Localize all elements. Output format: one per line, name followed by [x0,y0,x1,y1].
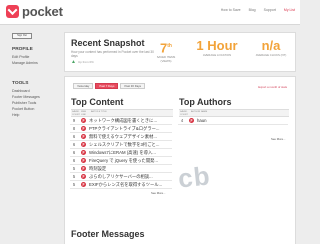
sidebar-item-manage-admins[interactable]: Manage Admins [12,61,38,65]
content-row[interactable]: 9 p ネットワーク構成図を書くときに... [70,117,172,125]
brand-name: pocket [22,4,63,19]
pocket-logo[interactable]: pocket [6,4,63,19]
nav-support[interactable]: Support [264,8,276,12]
sidebar-item-pocket-button[interactable]: Pocket Button [12,107,34,111]
stat-average-location-value: 1 Hour [196,38,238,53]
content-row-count: 6 [72,158,76,163]
col-author-name: AUTHOR NAME [191,111,208,113]
pocket-save-icon[interactable]: p [81,182,86,187]
col-author-saved-count: SAVED COUNT [180,111,188,116]
stat-saved-items-label: SAVED ITEMS (VIEWS) [156,55,176,63]
content-row-title[interactable]: EXIFからレンズ名を取得するツール... [89,182,171,188]
col-saved-count: SAVED COUNT [72,111,80,116]
content-row[interactable]: 5 p EXIFからレンズ名を取得するツール... [70,181,172,189]
top-authors-title: Top Authors [179,97,232,107]
content-row[interactable]: 6 p FireQuery で jQuery を使った開発... [70,157,172,165]
footer-messages-title: Footer Messages [71,229,145,239]
content-row-count: 9 [72,118,76,123]
snapshot-trend: ▲ Up from 0% [71,59,94,65]
pocket-icon [6,5,19,18]
pocket-save-icon[interactable]: p [81,166,86,171]
sidebar-item-dashboard[interactable]: Dashboard [12,89,30,93]
author-row[interactable]: 4 p haun [178,117,288,125]
content-row[interactable]: 6 p シェルスクリプトで数字を3桁ごと... [70,141,172,149]
top-content-header: SAVED COUNT WEB LINK ARTICLE TITLE [71,109,173,117]
stat-average-clicks-label: AVERAGE CLICKS (NT) [255,53,287,57]
stat-average-clicks: n/a AVERAGE CLICKS (NT) [251,39,291,57]
trend-label: Up from 0% [77,60,94,64]
nav-how-to-save[interactable]: How to Save [221,8,241,12]
snapshot-description: How your content has performed in Pocket… [71,50,154,58]
content-row-count: 5 [72,174,76,179]
content-row-title[interactable]: ぶらのしアリクサーバーの相談... [89,174,171,180]
pocket-save-icon[interactable]: p [81,174,86,179]
nav-blog[interactable]: Blog [249,8,256,12]
nav-my-list[interactable]: My List [284,8,295,12]
content-row-count: 5 [72,182,76,187]
sidebar-item-footer-messages[interactable]: Footer Messages [12,95,40,99]
top-header: pocket How to Save Blog Support My List [0,0,300,25]
date-range-tabs: Yesterday Past 7 Days Past 30 Days [73,83,146,89]
top-content-see-more[interactable]: See More... [151,191,165,195]
content-row-count: 6 [72,150,76,155]
content-row-title[interactable]: Windows7にERAM (高速) を導入... [89,150,171,156]
tab-past-7-days[interactable]: Past 7 Days [95,83,119,89]
content-row-count: 8 [72,126,76,131]
stat-average-location-label: AVERAGE LOCATION [202,53,232,57]
pocket-save-icon[interactable]: p [81,158,86,163]
content-row[interactable]: 5 p 時刻設定 [70,165,172,173]
top-authors-see-more[interactable]: See More... [271,137,285,141]
sidebar-item-edit-profile[interactable]: Edit Profile [12,55,29,59]
export-stats-link[interactable]: Export a month of stats [258,85,287,89]
col-article-title: ARTICLE TITLE [91,111,107,113]
top-authors-header: SAVED COUNT AUTHOR NAME [179,109,289,117]
content-row-title[interactable]: 時刻設定 [89,166,171,172]
stat-saved-items-suffix: th [167,43,172,49]
content-row[interactable]: 5 p ぶらのしアリクサーバーの相談... [70,173,172,181]
tab-yesterday[interactable]: Yesterday [73,83,94,89]
content-row-title[interactable]: FireQuery で jQuery を使った開発... [89,158,171,164]
pocket-save-icon[interactable]: p [81,118,86,123]
content-row-title[interactable]: シェルスクリプトで数字を3桁ごと... [89,142,171,148]
top-nav: How to Save Blog Support My List [221,8,295,12]
sign-out-button[interactable]: Sign Out [12,33,32,39]
sidebar-item-publisher-tools[interactable]: Publisher Tools [12,101,36,105]
content-row[interactable]: 8 p PTPクライアントライブ&ログラー... [70,125,172,133]
sidebar-heading-profile: PROFILE [12,47,33,52]
snapshot-panel: Recent Snapshot How your content has per… [64,32,296,72]
content-row-title[interactable]: PTPクライアントライブ&ログラー... [89,126,171,132]
stat-saved-items: 7th SAVED ITEMS (VIEWS) [151,39,181,63]
pocket-save-icon[interactable]: p [81,150,86,155]
snapshot-title: Recent Snapshot [71,38,145,48]
stat-average-location: 1 Hour AVERAGE LOCATION [189,39,245,57]
content-row[interactable]: 6 p 無料で使えるウェブデザイン素材... [70,133,172,141]
stat-average-clicks-value: n/a [261,38,281,53]
author-row-count: 4 [180,118,184,123]
author-row-name[interactable]: haun [197,118,279,123]
content-row-title[interactable]: ネットワーク構成図を書くときに... [89,118,171,124]
content-row-count: 5 [72,166,76,171]
content-row-count: 6 [72,142,76,147]
pocket-save-icon[interactable]: p [189,118,194,123]
content-row[interactable]: 6 p Windows7にERAM (高速) を導入... [70,149,172,157]
pocket-save-icon[interactable]: p [81,134,86,139]
pocket-save-icon[interactable]: p [81,142,86,147]
top-content-title: Top Content [71,97,124,107]
content-row-count: 6 [72,134,76,139]
trend-up-icon: ▲ [71,59,76,65]
pocket-save-icon[interactable]: p [81,126,86,131]
sidebar-heading-tools: TOOLS [12,81,29,86]
sidebar-item-help[interactable]: Help [12,113,19,117]
col-web-link: WEB LINK [81,111,86,116]
tab-past-30-days[interactable]: Past 30 Days [120,83,146,89]
content-row-title[interactable]: 無料で使えるウェブデザイン素材... [89,134,171,140]
sidebar: Sign Out PROFILE Edit Profile Manage Adm… [0,25,62,244]
